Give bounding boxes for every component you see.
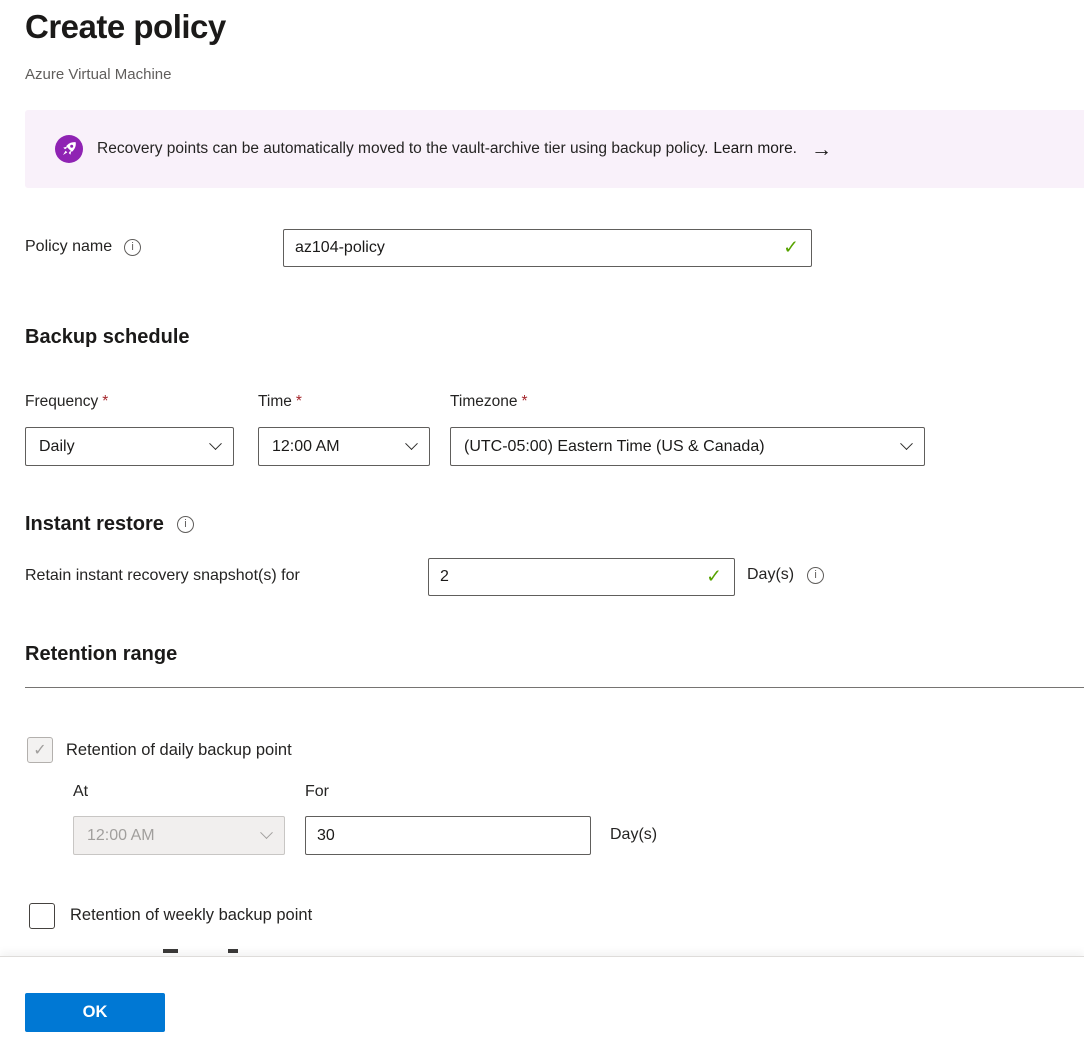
- weekly-retention-checkbox[interactable]: [29, 903, 55, 929]
- daily-retention-label: Retention of daily backup point: [66, 741, 292, 760]
- daily-at-time-value: 12:00 AM: [87, 827, 155, 845]
- retain-snapshot-label: Retain instant recovery snapshot(s) for: [25, 567, 300, 585]
- arrow-right-icon[interactable]: →: [811, 139, 832, 160]
- frequency-label: Frequency *: [25, 393, 108, 411]
- frequency-dropdown[interactable]: Daily: [25, 427, 234, 466]
- days-unit-label: Day(s): [610, 826, 657, 844]
- rocket-icon: [55, 135, 83, 163]
- checkmark-icon: ✓: [33, 740, 46, 760]
- timezone-label: Timezone *: [450, 393, 528, 411]
- footer-bar: OK: [0, 956, 1084, 1040]
- timezone-dropdown[interactable]: (UTC-05:00) Eastern Time (US & Canada): [450, 427, 925, 466]
- banner-learn-more-link[interactable]: Learn more.: [713, 140, 797, 158]
- section-divider: [25, 687, 1084, 688]
- policy-name-row: Policy name i: [25, 238, 141, 256]
- daily-at-time-dropdown: 12:00 AM: [73, 816, 285, 855]
- ok-button[interactable]: OK: [25, 993, 165, 1032]
- chevron-down-icon: [260, 826, 273, 839]
- info-icon[interactable]: i: [807, 567, 824, 584]
- frequency-value: Daily: [39, 438, 75, 456]
- chevron-down-icon: [900, 437, 913, 450]
- at-label: At: [73, 783, 88, 801]
- daily-for-days-field-wrap: [305, 816, 591, 855]
- instant-restore-heading: Instant restore: [25, 513, 164, 536]
- daily-retention-checkbox: ✓: [27, 737, 53, 763]
- instant-restore-heading-row: Instant restore i: [25, 513, 194, 536]
- time-label: Time *: [258, 393, 302, 411]
- chevron-down-icon: [209, 437, 222, 450]
- daily-for-days-input[interactable]: [305, 816, 591, 855]
- announcement-banner: Recovery points can be automatically mov…: [25, 110, 1084, 188]
- required-marker: *: [296, 393, 302, 411]
- banner-message: Recovery points can be automatically mov…: [97, 140, 708, 158]
- info-icon[interactable]: i: [177, 516, 194, 533]
- retention-range-heading: Retention range: [25, 643, 177, 666]
- page-subtitle: Azure Virtual Machine: [25, 66, 171, 83]
- timezone-value: (UTC-05:00) Eastern Time (US & Canada): [464, 438, 765, 456]
- policy-name-input[interactable]: [283, 229, 812, 267]
- page-title: Create policy: [25, 8, 226, 46]
- days-unit-label: Day(s): [747, 566, 794, 584]
- required-marker: *: [102, 393, 108, 411]
- time-value: 12:00 AM: [272, 438, 340, 456]
- clipped-text-fragment: [163, 949, 178, 953]
- policy-name-label: Policy name: [25, 238, 112, 256]
- info-icon[interactable]: i: [124, 239, 141, 256]
- time-dropdown[interactable]: 12:00 AM: [258, 427, 430, 466]
- snapshot-days-input[interactable]: [428, 558, 735, 596]
- weekly-retention-label: Retention of weekly backup point: [70, 906, 312, 925]
- required-marker: *: [521, 393, 527, 411]
- clipped-text-fragment: [228, 949, 238, 953]
- chevron-down-icon: [405, 437, 418, 450]
- snapshot-days-unit-row: Day(s) i: [747, 566, 824, 584]
- snapshot-days-field-wrap: ✓: [428, 558, 735, 596]
- policy-name-field-wrap: ✓: [283, 229, 812, 267]
- backup-schedule-heading: Backup schedule: [25, 326, 190, 349]
- for-label: For: [305, 783, 329, 801]
- create-policy-pane: Create policy Azure Virtual Machine Reco…: [0, 0, 1084, 1040]
